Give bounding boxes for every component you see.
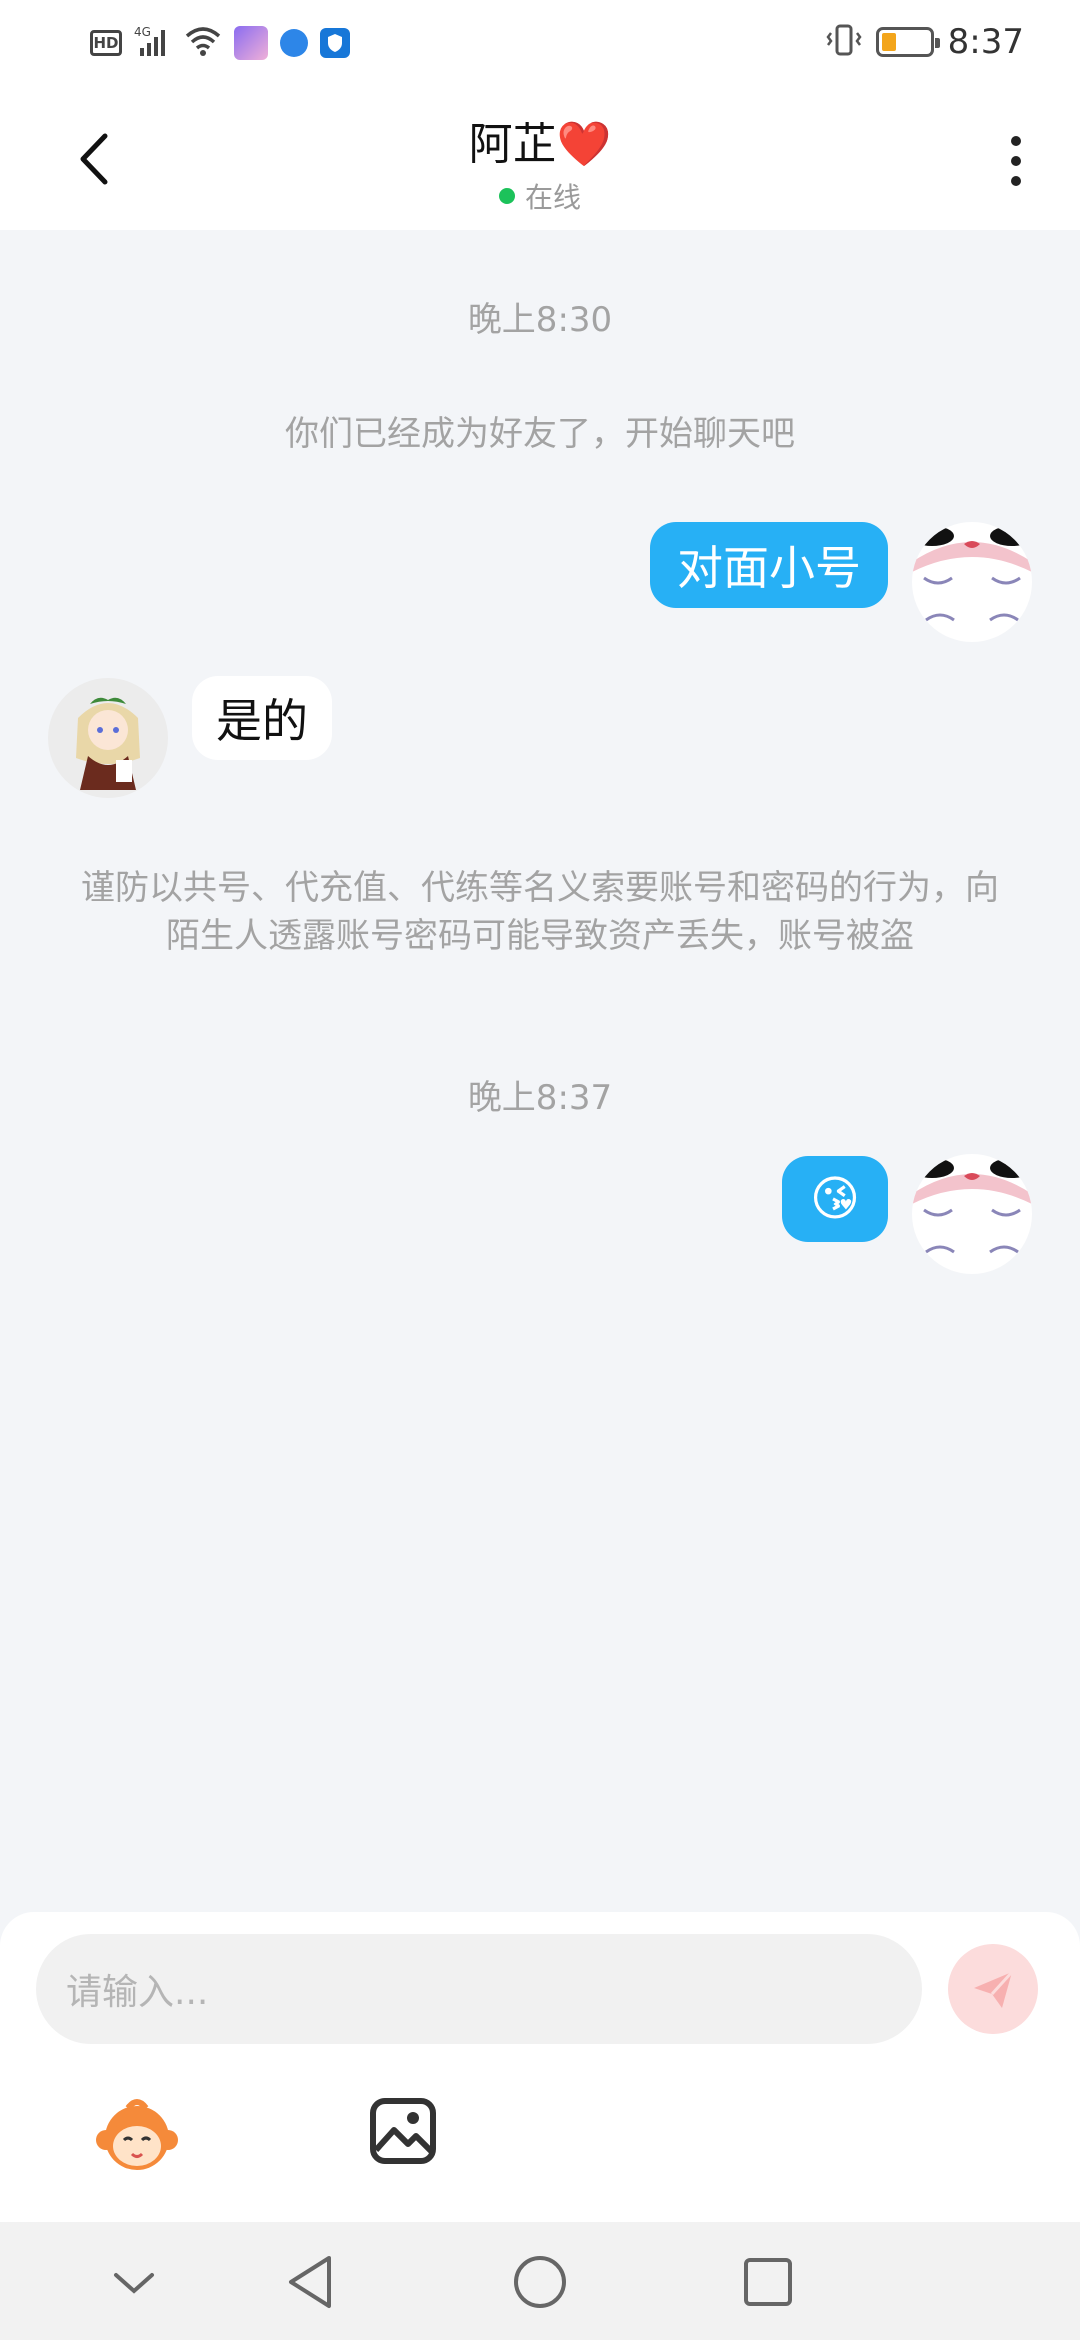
composer-panel: 请输入... bbox=[0, 1912, 1080, 2222]
nav-recents-icon bbox=[744, 2258, 792, 2306]
signal-icon: 4G bbox=[134, 24, 172, 62]
online-status-text: 在线 bbox=[524, 181, 581, 214]
contact-name: 阿芷 bbox=[468, 119, 557, 170]
nav-home-icon bbox=[514, 2256, 566, 2308]
status-icons-left: HD 4G bbox=[90, 22, 350, 64]
browser-icon bbox=[280, 29, 308, 57]
battery-icon bbox=[875, 27, 940, 57]
more-dot bbox=[1011, 156, 1021, 166]
image-icon[interactable] bbox=[368, 2096, 438, 2166]
send-icon bbox=[974, 1970, 1014, 2008]
nav-back-button[interactable] bbox=[278, 2250, 342, 2314]
nav-back-icon bbox=[289, 2256, 331, 2308]
chat-header: 阿芷❤️ 在线 bbox=[0, 86, 1080, 230]
timestamp: 晚上8:37 bbox=[467, 1078, 613, 1118]
more-dot bbox=[1011, 176, 1021, 186]
my-avatar[interactable] bbox=[912, 1154, 1032, 1274]
nav-collapse-icon bbox=[114, 2273, 154, 2294]
contact-name-row: 阿芷❤️ bbox=[0, 108, 1080, 172]
nav-collapse-button[interactable] bbox=[102, 2250, 166, 2314]
vibrate-icon bbox=[826, 23, 862, 61]
status-icons-right: 8:37 bbox=[826, 18, 1024, 66]
more-options-button[interactable] bbox=[996, 126, 1036, 196]
emoji-monkey-icon[interactable] bbox=[92, 2092, 182, 2182]
status-bar: HD 4G 8:37 bbox=[0, 0, 1080, 86]
hd-icon: HD bbox=[90, 30, 122, 56]
nav-recents-button[interactable] bbox=[736, 2250, 800, 2314]
heart-emoji: ❤️ bbox=[556, 119, 612, 170]
outgoing-emoji-message[interactable]: 😘 bbox=[782, 1156, 888, 1242]
app-notification-icon bbox=[234, 26, 268, 60]
security-shield-icon bbox=[320, 28, 350, 58]
contact-avatar[interactable] bbox=[48, 678, 168, 798]
incoming-message[interactable]: 是的 bbox=[192, 676, 332, 760]
send-button[interactable] bbox=[948, 1944, 1038, 2034]
clock: 8:37 bbox=[947, 22, 1024, 62]
svg-text:4G: 4G bbox=[134, 25, 151, 39]
title-block: 阿芷❤️ 在线 bbox=[0, 108, 1080, 216]
nav-home-button[interactable] bbox=[508, 2250, 572, 2314]
wifi-icon bbox=[184, 25, 222, 61]
more-vertical-icon bbox=[1011, 136, 1021, 146]
system-message-friend: 你们已经成为好友了，开始聊天吧 bbox=[285, 414, 795, 454]
outgoing-message[interactable]: 对面小号 bbox=[650, 522, 888, 608]
system-message-warning: 谨防以共号、代充值、代练等名义索要账号和密码的行为，向陌生人透露账号密码可能导致… bbox=[81, 868, 999, 956]
message-input[interactable]: 请输入... bbox=[36, 1934, 922, 2044]
online-status: 在线 bbox=[0, 176, 1080, 216]
online-dot bbox=[498, 188, 515, 204]
timestamp: 晚上8:30 bbox=[467, 300, 613, 340]
my-avatar[interactable] bbox=[912, 522, 1032, 642]
system-navigation-bar bbox=[0, 2222, 1080, 2340]
